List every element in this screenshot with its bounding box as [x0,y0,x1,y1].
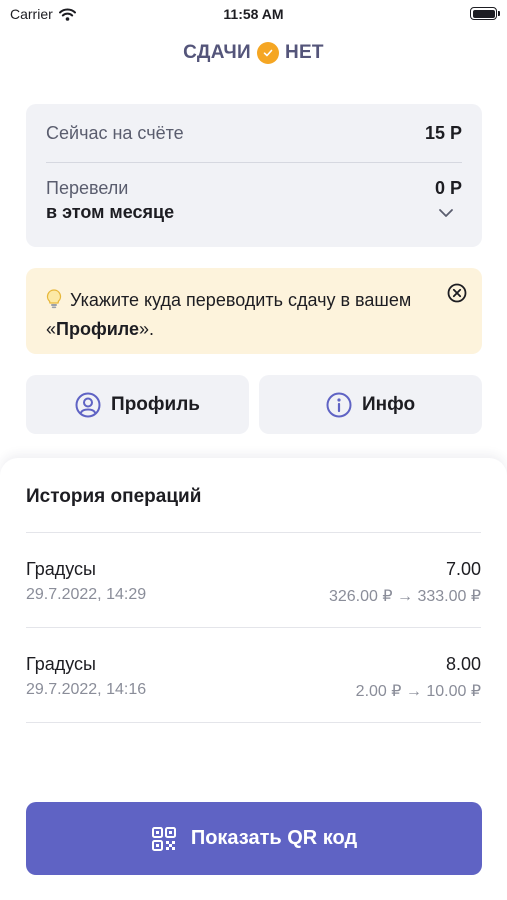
info-button-label: Инфо [361,393,416,415]
profile-button[interactable]: Профиль [26,375,249,434]
transfer-label: Перевели [46,178,129,198]
balance-label: Сейчас на счёте [46,123,184,143]
notice-profile-link[interactable]: Профиле [56,319,139,339]
operation-name: Градусы [26,559,96,579]
lightbulb-icon [46,289,62,309]
transfer-value: 0 Р [434,178,462,198]
transfer-period-dropdown[interactable]: в этом месяце [46,202,174,223]
info-button[interactable]: Инфо [259,375,482,434]
notice-text-end: ». [138,319,154,339]
notice-text: Укажите куда переводить сдачу в вашем «П… [46,286,426,344]
show-qr-label: Показать QR код [190,827,358,849]
card-divider [46,162,462,163]
info-icon [326,392,352,417]
show-qr-button[interactable]: Показать QR код [26,802,482,875]
operation-balance-change: 2.00 ₽ → 10.00 ₽ [355,683,481,700]
transfer-row[interactable]: Перевели в этом месяце 0 Р [46,178,462,223]
status-time: 11:58 AM [223,6,284,22]
operation-date: 29.7.2022, 14:29 [26,586,147,603]
history-divider [26,722,481,723]
operation-name: Градусы [26,654,96,674]
logo-text-right: НЕТ [284,42,324,63]
operation-date: 29.7.2022, 14:16 [26,681,147,698]
history-item[interactable]: Градусы 29.7.2022, 14:29 7.00 326.00 ₽ →… [26,533,481,627]
qr-code-icon [151,826,176,851]
logo-text-left: СДАЧИ [183,42,251,63]
coin-check-icon [256,42,279,64]
status-bar: Carrier 11:58 AM [0,0,507,30]
profile-notice-banner: Укажите куда переводить сдачу в вашем «П… [26,268,482,354]
balance-value: 15 Р [424,123,462,143]
profile-button-label: Профиль [111,393,200,415]
user-icon [75,392,101,417]
operation-balance-change: 326.00 ₽ → 333.00 ₽ [328,588,481,605]
history-title: История операций [26,486,202,507]
app-logo: СДАЧИ НЕТ [0,38,507,68]
operation-amount: 8.00 [445,654,481,674]
battery-icon [470,7,500,20]
balance-card: Сейчас на счёте 15 Р Перевели в этом мес… [26,104,482,247]
close-icon[interactable] [446,282,468,304]
chevron-down-icon[interactable] [438,208,454,218]
balance-row: Сейчас на счёте 15 Р [46,123,462,144]
operation-amount: 7.00 [445,559,481,579]
history-item[interactable]: Градусы 29.7.2022, 14:16 8.00 2.00 ₽ → 1… [26,628,481,722]
